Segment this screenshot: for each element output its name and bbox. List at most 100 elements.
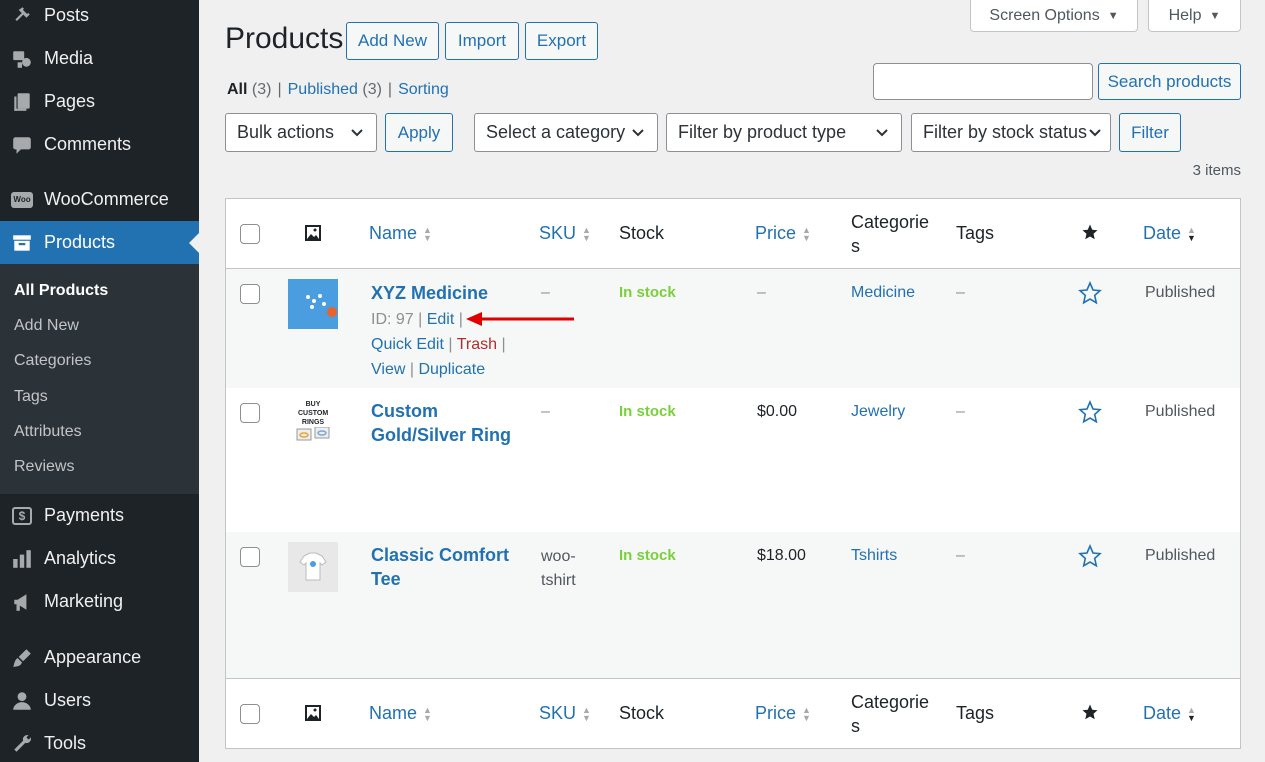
main-content: Screen Options ▼ Help ▼ Products Add New I… bbox=[199, 0, 1265, 762]
select-all-checkbox[interactable] bbox=[240, 704, 260, 724]
table-row: Classic Comfort Tee woo-tshirt In stock $… bbox=[226, 532, 1240, 678]
column-label: SKU bbox=[539, 223, 577, 243]
menu-item-tools[interactable]: Tools bbox=[0, 722, 199, 762]
search-input[interactable] bbox=[873, 63, 1093, 100]
featured-star-icon[interactable] bbox=[1078, 543, 1102, 573]
column-price-sort[interactable]: Price ▲ ▼ bbox=[755, 703, 811, 724]
product-name-link[interactable]: Classic Comfort Tee bbox=[371, 543, 509, 591]
bulk-actions-select[interactable]: Bulk actions bbox=[225, 113, 377, 152]
submenu-add-new[interactable]: Add New bbox=[14, 317, 79, 335]
category-link[interactable]: Tshirts bbox=[851, 547, 897, 565]
column-name-sort[interactable]: Name ▲ ▼ bbox=[369, 703, 432, 724]
submenu-reviews[interactable]: Reviews bbox=[14, 458, 74, 476]
featured-star-icon[interactable] bbox=[1078, 399, 1102, 429]
column-sku-sort[interactable]: SKU ▲ ▼ bbox=[539, 703, 591, 724]
category-select[interactable]: Select a category bbox=[474, 113, 658, 152]
product-thumbnail-ring[interactable]: BUY CUSTOM RINGS bbox=[288, 398, 338, 448]
select-value: Bulk actions bbox=[237, 122, 335, 142]
chevron-down-icon bbox=[351, 129, 363, 137]
chevron-down-icon bbox=[1089, 129, 1101, 137]
submenu-attributes[interactable]: Attributes bbox=[14, 423, 82, 441]
column-tags: Tags bbox=[956, 223, 995, 243]
product-thumbnail-medicine[interactable] bbox=[288, 279, 338, 329]
edit-link[interactable]: Edit bbox=[427, 311, 455, 328]
column-date-sort[interactable]: Date ▲ ▼ bbox=[1143, 223, 1196, 244]
search-products-button[interactable]: Search products bbox=[1098, 63, 1241, 100]
column-date-sort[interactable]: Date ▲ ▼ bbox=[1143, 703, 1196, 724]
view-sorting[interactable]: Sorting bbox=[398, 81, 449, 99]
page-title: Products bbox=[225, 22, 344, 55]
submenu-tags[interactable]: Tags bbox=[14, 388, 48, 406]
pin-icon bbox=[0, 5, 44, 27]
menu-item-marketing[interactable]: Marketing bbox=[0, 580, 199, 623]
price-value: $0.00 bbox=[757, 403, 798, 420]
menu-item-woocommerce[interactable]: Woo WooCommerce bbox=[0, 178, 199, 221]
column-sku-sort[interactable]: SKU ▲ ▼ bbox=[539, 223, 591, 244]
sku-value: woo-tshirt bbox=[541, 548, 576, 589]
column-name-sort[interactable]: Name ▲ ▼ bbox=[369, 223, 432, 244]
menu-item-media[interactable]: Media bbox=[0, 37, 199, 80]
featured-column-star-icon[interactable] bbox=[1081, 223, 1099, 241]
row-checkbox[interactable] bbox=[240, 284, 260, 304]
help-button[interactable]: Help ▼ bbox=[1148, 0, 1241, 32]
stock-status-select[interactable]: Filter by stock status bbox=[911, 113, 1111, 152]
submenu-all-products[interactable]: All Products bbox=[14, 282, 108, 300]
duplicate-link[interactable]: Duplicate bbox=[418, 361, 485, 378]
row-checkbox[interactable] bbox=[240, 547, 260, 567]
product-type-select[interactable]: Filter by product type bbox=[666, 113, 902, 152]
submenu-categories[interactable]: Categories bbox=[14, 352, 91, 370]
add-new-button[interactable]: Add New bbox=[346, 22, 439, 60]
menu-item-appearance[interactable]: Appearance bbox=[0, 636, 199, 679]
view-all[interactable]: All (3) bbox=[227, 81, 271, 99]
chevron-down-icon bbox=[632, 129, 644, 137]
view-published[interactable]: Published (3) bbox=[288, 81, 382, 99]
menu-item-payments[interactable]: $ Payments bbox=[0, 494, 199, 537]
select-all-checkbox[interactable] bbox=[240, 224, 260, 244]
column-price-sort[interactable]: Price ▲ ▼ bbox=[755, 223, 811, 244]
trash-link[interactable]: Trash bbox=[457, 336, 497, 353]
image-column-icon bbox=[304, 704, 322, 722]
stock-status: In stock bbox=[619, 284, 676, 301]
menu-item-users[interactable]: Users bbox=[0, 679, 199, 722]
menu-item-products[interactable]: Products bbox=[0, 221, 199, 264]
date-status: Published bbox=[1145, 284, 1216, 301]
import-button[interactable]: Import bbox=[445, 22, 519, 60]
menu-label: Analytics bbox=[44, 548, 117, 568]
product-thumbnail-tee[interactable] bbox=[288, 542, 338, 592]
products-icon bbox=[0, 232, 44, 254]
view-link[interactable]: View bbox=[371, 361, 405, 378]
category-link[interactable]: Medicine bbox=[851, 284, 915, 302]
menu-item-posts[interactable]: Posts bbox=[0, 0, 199, 37]
column-label: Categorie bbox=[851, 692, 930, 712]
admin-sidebar: Posts Media Pages Comments Woo WooCommer… bbox=[0, 0, 199, 762]
menu-item-pages[interactable]: Pages bbox=[0, 80, 199, 123]
current-menu-arrow bbox=[189, 232, 199, 253]
chevron-down-icon bbox=[876, 129, 888, 137]
filter-button[interactable]: Filter bbox=[1119, 113, 1181, 152]
sku-value: – bbox=[541, 403, 550, 420]
marketing-icon bbox=[0, 591, 44, 613]
menu-item-analytics[interactable]: Analytics bbox=[0, 537, 199, 580]
column-label: Price bbox=[755, 703, 797, 723]
quick-edit-link[interactable]: Quick Edit bbox=[371, 336, 444, 353]
table-row: BUY CUSTOM RINGS Custom Gold/Silver Ring … bbox=[226, 388, 1240, 532]
product-name-link[interactable]: Custom Gold/Silver Ring bbox=[371, 399, 511, 447]
export-button[interactable]: Export bbox=[525, 22, 598, 60]
apply-button[interactable]: Apply bbox=[385, 113, 453, 152]
menu-label: Payments bbox=[44, 505, 125, 525]
featured-column-star-icon[interactable] bbox=[1081, 703, 1099, 721]
date-status: Published bbox=[1145, 547, 1216, 564]
media-icon bbox=[0, 48, 44, 70]
sort-icon: ▲ ▼ bbox=[423, 704, 432, 723]
table-row: XYZ Medicine ID: 97 | Edit | Quick Edit … bbox=[226, 269, 1240, 388]
screen-options-button[interactable]: Screen Options ▼ bbox=[970, 0, 1138, 32]
row-checkbox[interactable] bbox=[240, 403, 260, 423]
menu-label: Products bbox=[44, 232, 116, 252]
image-column-icon bbox=[304, 224, 322, 242]
featured-star-icon[interactable] bbox=[1078, 280, 1102, 310]
menu-label: Appearance bbox=[44, 647, 142, 667]
menu-item-comments[interactable]: Comments bbox=[0, 123, 199, 166]
category-link[interactable]: Jewelry bbox=[851, 403, 905, 421]
payments-icon: $ bbox=[0, 506, 44, 525]
product-name-link[interactable]: XYZ Medicine bbox=[371, 281, 488, 305]
